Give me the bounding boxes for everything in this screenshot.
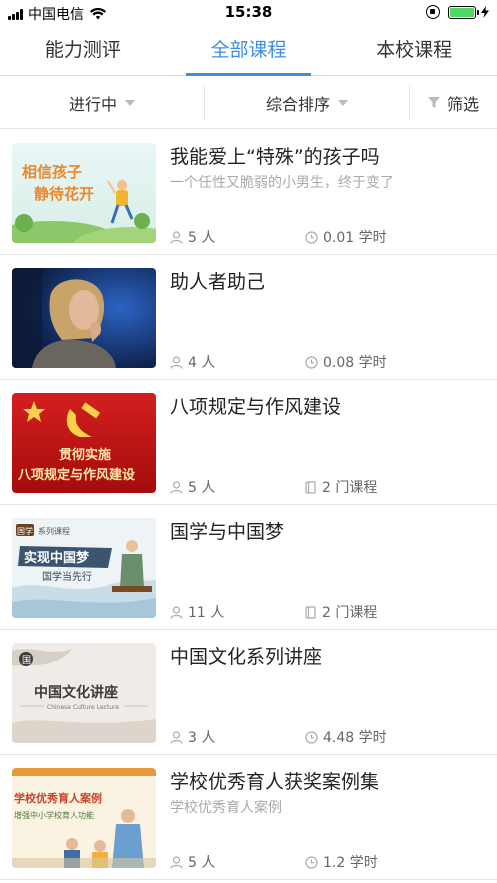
course-count: 2 门课程 [305, 602, 377, 622]
charging-bolt-icon [481, 6, 489, 18]
rotation-lock-icon [426, 5, 440, 19]
course-title: 我能爱上“特殊”的孩子吗 [170, 146, 380, 168]
person-icon [170, 355, 183, 369]
person-icon [170, 855, 183, 869]
thumb-text: 实现中国梦 [24, 550, 90, 566]
status-time: 15:38 [224, 3, 273, 21]
course-item[interactable]: 助人者助己 4 人 0.08 学时 [0, 255, 497, 380]
course-hours-label: 0.01 学时 [323, 230, 387, 246]
person-icon [170, 480, 183, 494]
thumb-text: 国 [22, 655, 31, 666]
enrolled-count: 5 人 [170, 477, 215, 497]
person-icon [170, 230, 183, 244]
enrolled-count-label: 11 人 [188, 605, 225, 621]
course-thumbnail [12, 268, 156, 368]
course-title: 中国文化系列讲座 [170, 646, 323, 668]
course-hours: 4.48 学时 [305, 727, 387, 747]
thumb-text: 国学当先行 [42, 570, 92, 583]
book-icon [305, 605, 316, 619]
thumb-text: 学校优秀育人案例 [14, 791, 102, 805]
enrolled-count: 4 人 [170, 352, 215, 372]
course-item[interactable]: 学校优秀育人案例 增强中小学校育人功能 学校优秀育人获奖案例集 学校优秀育人案例… [0, 755, 497, 880]
course-hours-label: 4.48 学时 [323, 730, 387, 746]
course-thumbnail: 贯彻实施 八项规定与作风建设 [12, 393, 156, 493]
course-count: 2 门课程 [305, 477, 377, 497]
course-item[interactable]: 国 中国文化讲座 Chinese Culture Lecture 中国文化系列讲… [0, 630, 497, 755]
filter-bar: 进行中 综合排序 筛选 [0, 77, 497, 129]
thumb-text: Chinese Culture Lecture [47, 704, 119, 711]
enrolled-count-label: 5 人 [188, 855, 216, 871]
thumb-text: 中国文化讲座 [34, 684, 118, 701]
thumb-text: 相信孩子 [22, 163, 82, 181]
course-count-label: 2 门课程 [322, 480, 378, 496]
tab-ability-test[interactable]: 能力测评 [0, 26, 166, 75]
course-hours: 1.2 学时 [305, 852, 378, 872]
course-hours: 0.01 学时 [305, 227, 387, 247]
clock-icon [305, 730, 318, 744]
clock-icon [305, 230, 318, 244]
course-title: 学校优秀育人获奖案例集 [170, 771, 380, 793]
battery-icon [448, 5, 479, 19]
course-title: 国学与中国梦 [170, 521, 285, 543]
course-thumbnail: 相信孩子 静待花开 [12, 143, 156, 243]
book-icon [305, 480, 316, 494]
enrolled-count: 5 人 [170, 227, 215, 247]
sort-dropdown[interactable]: 综合排序 [205, 85, 410, 120]
course-item[interactable]: 国学 系列课程 实现中国梦 国学当先行 国学与中国梦 11 人 2 门课程 [0, 505, 497, 630]
status-dropdown[interactable]: 进行中 [0, 85, 205, 120]
enrolled-count: 3 人 [170, 727, 215, 747]
course-subtitle: 一个任性又脆弱的小男生，终于变了 [170, 175, 394, 191]
status-bar: 中国电信 15:38 [0, 0, 497, 26]
person-icon [170, 605, 183, 619]
enrolled-count-label: 5 人 [188, 480, 216, 496]
tab-school-courses[interactable]: 本校课程 [331, 26, 497, 75]
thumb-text: 国学 [17, 526, 33, 536]
course-title: 八项规定与作风建设 [170, 396, 342, 418]
status-right [426, 5, 489, 19]
enrolled-count: 5 人 [170, 852, 215, 872]
course-item[interactable]: 贯彻实施 八项规定与作风建设 八项规定与作风建设 5 人 2 门课程 [0, 380, 497, 505]
course-subtitle: 学校优秀育人案例 [170, 800, 282, 816]
course-thumbnail: 学校优秀育人案例 增强中小学校育人功能 [12, 768, 156, 868]
course-thumbnail: 国 中国文化讲座 Chinese Culture Lecture [12, 643, 156, 743]
funnel-icon [427, 96, 440, 108]
filter-button-label: 筛选 [446, 94, 479, 114]
course-title: 助人者助己 [170, 271, 266, 293]
filter-button[interactable]: 筛选 [410, 77, 497, 128]
course-list: 相信孩子 静待花开 我能爱上“特殊”的孩子吗 一个任性又脆弱的小男生，终于变了 … [0, 130, 497, 880]
enrolled-count-label: 4 人 [188, 355, 216, 371]
course-hours-label: 0.08 学时 [323, 355, 387, 371]
sort-dropdown-label: 综合排序 [265, 94, 330, 114]
enrolled-count-label: 5 人 [188, 230, 216, 246]
clock-icon [305, 355, 318, 369]
course-hours: 0.08 学时 [305, 352, 387, 372]
person-icon [170, 730, 183, 744]
course-count-label: 2 门课程 [322, 605, 378, 621]
caret-down-icon [338, 99, 348, 106]
course-tabs: 能力测评 全部课程 本校课程 [0, 26, 497, 76]
clock-icon [305, 855, 318, 869]
caret-down-icon [125, 99, 135, 106]
thumb-text: 静待花开 [34, 185, 94, 203]
enrolled-count-label: 3 人 [188, 730, 216, 746]
thumb-text: 贯彻实施 [59, 447, 111, 463]
tab-all-courses[interactable]: 全部课程 [166, 26, 332, 76]
course-item[interactable]: 相信孩子 静待花开 我能爱上“特殊”的孩子吗 一个任性又脆弱的小男生，终于变了 … [0, 130, 497, 255]
thumb-text: 八项规定与作风建设 [17, 467, 136, 483]
course-hours-label: 1.2 学时 [323, 855, 378, 871]
thumb-text: 系列课程 [38, 526, 70, 536]
status-dropdown-label: 进行中 [68, 94, 117, 114]
enrolled-count: 11 人 [170, 602, 224, 622]
course-thumbnail: 国学 系列课程 实现中国梦 国学当先行 [12, 518, 156, 618]
thumb-text: 增强中小学校育人功能 [14, 810, 94, 820]
